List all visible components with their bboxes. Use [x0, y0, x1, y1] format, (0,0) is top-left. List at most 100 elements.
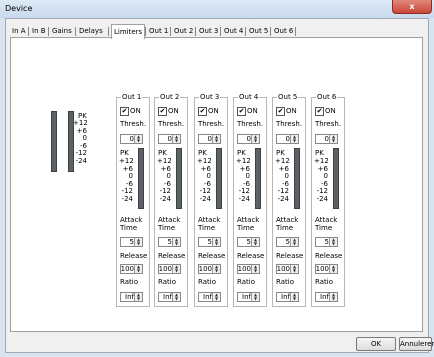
attack-spinner[interactable]: 5 ▲ ▼: [276, 237, 299, 247]
on-label: ON: [130, 107, 141, 115]
ratio-spinner[interactable]: Inf ▲ ▼: [237, 292, 260, 302]
tab-separator: [245, 27, 246, 36]
spin-arrows-icon[interactable]: ▲ ▼: [134, 135, 142, 143]
thresh-spinner[interactable]: 0 ▲ ▼: [237, 134, 260, 144]
attack-time-label: Attack Time: [158, 216, 181, 232]
spin-arrows-icon[interactable]: ▲ ▼: [251, 238, 259, 246]
ratio-value: Inf: [125, 293, 134, 301]
close-icon[interactable]: x: [392, 0, 432, 14]
spin-arrows-icon[interactable]: ▲ ▼: [212, 265, 220, 273]
left-meter-scale: +12 +6 0 -6 -12 -24: [73, 119, 88, 165]
release-spinner[interactable]: 100 ▲ ▼: [158, 264, 181, 274]
attack-time-label: Attack Time: [198, 216, 221, 232]
spin-arrows-icon[interactable]: ▲ ▼: [290, 238, 298, 246]
thresh-label: Thresh.: [237, 120, 264, 128]
spin-arrows-icon[interactable]: ▲ ▼: [134, 293, 142, 301]
spin-arrows-icon[interactable]: ▲ ▼: [172, 135, 180, 143]
ratio-spinner[interactable]: Inf ▲ ▼: [198, 292, 221, 302]
spin-arrows-icon[interactable]: ▲ ▼: [251, 135, 259, 143]
spin-arrows-icon[interactable]: ▲ ▼: [329, 238, 337, 246]
on-checkbox[interactable]: ✔: [315, 107, 324, 116]
on-checkbox[interactable]: ✔: [158, 107, 167, 116]
spin-arrows-icon[interactable]: ▲ ▼: [329, 265, 337, 273]
attack-spinner[interactable]: 5 ▲ ▼: [237, 237, 260, 247]
thresh-spinner[interactable]: 0 ▲ ▼: [276, 134, 299, 144]
ratio-spinner[interactable]: Inf ▲ ▼: [120, 292, 143, 302]
ratio-spinner[interactable]: Inf ▲ ▼: [315, 292, 338, 302]
tab-separator: [145, 27, 146, 36]
attack-spinner[interactable]: 5 ▲ ▼: [315, 237, 338, 247]
tab-out-6[interactable]: Out 6: [272, 26, 295, 37]
tab-delays[interactable]: Delays: [77, 26, 105, 37]
spin-arrows-icon[interactable]: ▲ ▼: [172, 265, 180, 273]
spin-arrows-icon[interactable]: ▲ ▼: [251, 265, 259, 273]
spin-arrows-icon[interactable]: ▲ ▼: [212, 238, 220, 246]
output-meter: [255, 148, 261, 209]
tab-out-4[interactable]: Out 4: [222, 26, 245, 37]
release-spinner[interactable]: 100 ▲ ▼: [120, 264, 143, 274]
thresh-label: Thresh.: [276, 120, 303, 128]
spin-arrows-icon[interactable]: ▲ ▼: [251, 293, 259, 301]
thresh-spinner[interactable]: 0 ▲ ▼: [120, 134, 143, 144]
tab-separator: [220, 27, 221, 36]
spin-arrows-icon[interactable]: ▲ ▼: [134, 265, 142, 273]
ratio-value: Inf: [281, 293, 290, 301]
cancel-button[interactable]: Annuleren: [399, 337, 434, 351]
thresh-spinner[interactable]: 0 ▲ ▼: [198, 134, 221, 144]
spin-arrows-icon[interactable]: ▲ ▼: [329, 293, 337, 301]
group-title: Out 6: [316, 93, 338, 101]
spin-arrows-icon[interactable]: ▲ ▼: [290, 265, 298, 273]
window-title: Device: [5, 4, 33, 13]
thresh-spinner[interactable]: 0 ▲ ▼: [315, 134, 338, 144]
scale-label: -24: [159, 194, 171, 203]
on-label: ON: [247, 107, 258, 115]
ratio-label: Ratio: [158, 278, 176, 286]
spin-arrows-icon[interactable]: ▲ ▼: [329, 135, 337, 143]
release-spinner[interactable]: 100 ▲ ▼: [198, 264, 221, 274]
spin-arrows-icon[interactable]: ▲ ▼: [290, 293, 298, 301]
spin-arrows-icon[interactable]: ▲ ▼: [212, 135, 220, 143]
on-checkbox[interactable]: ✔: [276, 107, 285, 116]
ratio-spinner[interactable]: Inf ▲ ▼: [158, 292, 181, 302]
tab-in-b[interactable]: In B: [30, 26, 48, 37]
on-checkbox[interactable]: ✔: [198, 107, 207, 116]
scale-label: -24: [277, 194, 289, 203]
tab-limiters[interactable]: Limiters: [111, 24, 146, 39]
thresh-label: Thresh.: [315, 120, 342, 128]
thresh-spinner[interactable]: 0 ▲ ▼: [158, 134, 181, 144]
spin-arrows-icon[interactable]: ▲ ▼: [212, 293, 220, 301]
attack-spinner[interactable]: 5 ▲ ▼: [198, 237, 221, 247]
tab-out-3[interactable]: Out 3: [197, 26, 220, 37]
on-checkbox[interactable]: ✔: [237, 107, 246, 116]
tab-out-5[interactable]: Out 5: [247, 26, 270, 37]
release-spinner[interactable]: 100 ▲ ▼: [315, 264, 338, 274]
attack-spinner[interactable]: 5 ▲ ▼: [158, 237, 181, 247]
attack-time-label: Attack Time: [315, 216, 338, 232]
tab-out-2[interactable]: Out 2: [172, 26, 195, 37]
limiter-group-out-3: Out 3 ✔ ON Thresh. 0 ▲ ▼ PK +12 +6 0 -6 -12 -24 Attack…: [194, 93, 228, 307]
limiter-group-out-1: Out 1 ✔ ON Thresh. 0 ▲ ▼ PK +12 +6 0 -6 -12 -24 Attack…: [116, 93, 150, 307]
ok-button[interactable]: OK: [356, 337, 396, 351]
scale-label: -24: [121, 194, 133, 203]
output-meter: [294, 148, 300, 209]
spin-arrows-icon[interactable]: ▲ ▼: [172, 293, 180, 301]
release-spinner[interactable]: 100 ▲ ▼: [276, 264, 299, 274]
release-label: Release: [198, 252, 226, 260]
group-title: Out 2: [159, 93, 181, 101]
tab-in-a[interactable]: In A: [10, 26, 28, 37]
ratio-spinner[interactable]: Inf ▲ ▼: [276, 292, 299, 302]
on-label: ON: [168, 107, 179, 115]
spin-arrows-icon[interactable]: ▲ ▼: [172, 238, 180, 246]
tab-out-1[interactable]: Out 1: [147, 26, 170, 37]
spin-arrows-icon[interactable]: ▲ ▼: [134, 238, 142, 246]
tab-gains[interactable]: Gains: [50, 26, 74, 37]
device-window: Device x PK +12 +6 0 -6 -12 -24 Out 1 ✔ ON…: [0, 0, 434, 357]
thresh-label: Thresh.: [120, 120, 147, 128]
release-spinner[interactable]: 100 ▲ ▼: [237, 264, 260, 274]
on-checkbox[interactable]: ✔: [120, 107, 129, 116]
attack-spinner[interactable]: 5 ▲ ▼: [120, 237, 143, 247]
ratio-value: Inf: [163, 293, 172, 301]
meter-scale: +12 +6 0 -6 -12 -24: [236, 157, 251, 203]
spin-arrows-icon[interactable]: ▲ ▼: [290, 135, 298, 143]
attack-time-label: Attack Time: [276, 216, 299, 232]
